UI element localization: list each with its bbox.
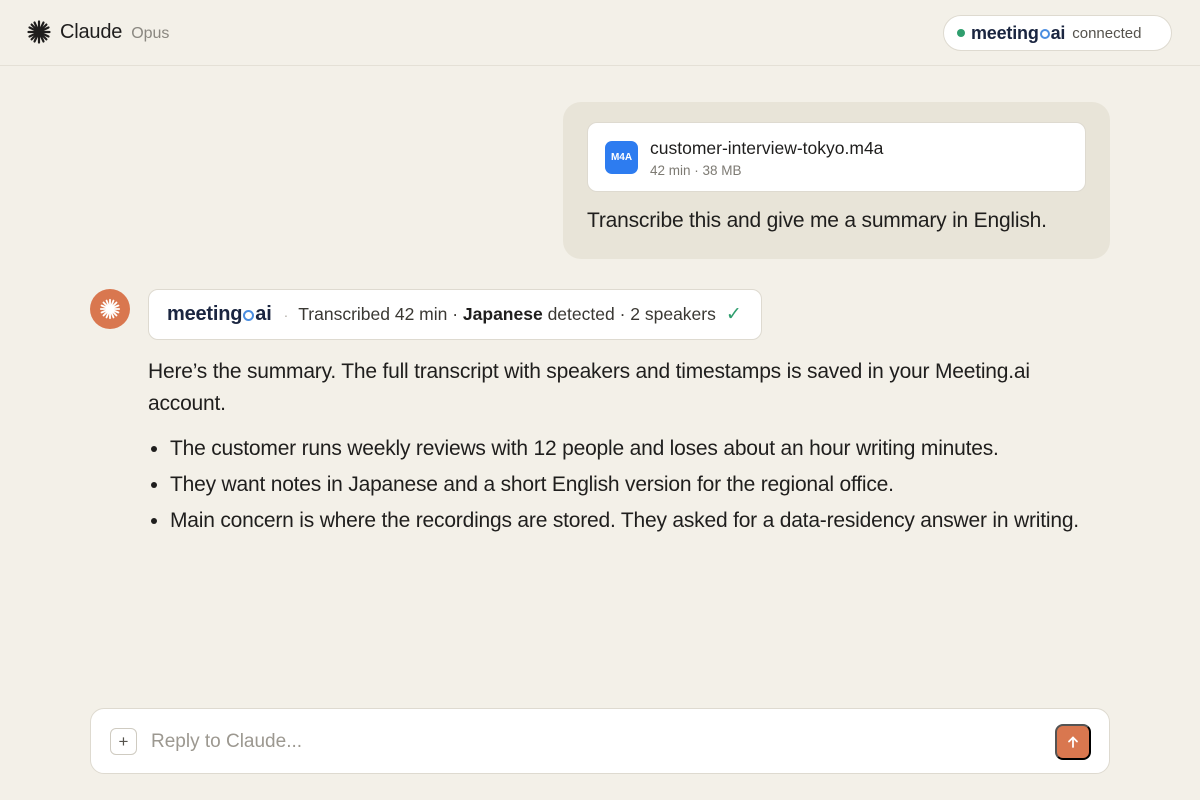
user-message: M4A customer-interview-tokyo.m4a 42 min …: [563, 102, 1110, 259]
tool-result-summary: Transcribed 42 min · Japanese detected ·…: [298, 304, 716, 325]
meeting-ai-logo: meeting ai: [971, 23, 1065, 44]
assistant-intro: Here’s the summary. The full transcript …: [148, 360, 1030, 415]
list-item: Main concern is where the recordings are…: [170, 505, 1098, 536]
model-name[interactable]: Opus: [131, 25, 169, 43]
assistant-message: Here’s the summary. The full transcript …: [148, 356, 1098, 541]
tool-result-pill[interactable]: meeting ai · Transcribed 42 min · Japane…: [148, 289, 762, 340]
logo-ring-icon: [243, 310, 255, 321]
logo-text-right: ai: [255, 303, 272, 325]
tool-result-prefix: Transcribed 42 min ·: [298, 304, 463, 324]
logo-text-left: meeting: [167, 303, 243, 325]
detected-language: Japanese: [462, 304, 543, 324]
claude-asterisk-icon: [27, 20, 51, 44]
logo-text-right: ai: [1050, 22, 1066, 43]
app-name: Claude: [60, 20, 123, 43]
arrow-up-icon: [1068, 736, 1078, 748]
claude-avatar: [90, 289, 130, 329]
reply-input[interactable]: [151, 726, 1041, 758]
list-item: They want notes in Japanese and a short …: [170, 469, 1098, 500]
meeting-ai-connection-pill[interactable]: meeting ai connected: [943, 15, 1172, 51]
audio-file-icon: M4A: [605, 141, 638, 174]
attachment-card[interactable]: M4A customer-interview-tokyo.m4a 42 min …: [587, 122, 1086, 192]
logo-ring-icon: [1039, 29, 1050, 39]
check-icon: ✓: [725, 304, 742, 325]
attachment-meta: 42 min · 38 MB: [650, 163, 742, 178]
meeting-ai-logo: meeting ai: [167, 303, 272, 326]
list-item: The customer runs weekly reviews with 12…: [170, 433, 1098, 464]
top-bar: Claude Opus meeting ai connected: [0, 0, 1200, 66]
separator-dot: ·: [283, 306, 289, 323]
add-attachment-button[interactable]: +: [110, 728, 137, 755]
tool-result-suffix: detected · 2 speakers: [542, 304, 716, 324]
connection-status: connected: [1072, 24, 1142, 42]
connected-status-dot: [957, 29, 965, 37]
summary-list: The customer runs weekly reviews with 12…: [148, 433, 1098, 536]
user-message-text: Transcribe this and give me a summary in…: [587, 209, 1047, 232]
claude-burst-icon: [99, 298, 121, 320]
logo-text-left: meeting: [971, 22, 1039, 43]
brand: Claude Opus: [27, 20, 169, 44]
composer: +: [90, 708, 1110, 774]
attachment-file-name: customer-interview-tokyo.m4a: [650, 138, 884, 158]
send-button[interactable]: [1055, 724, 1091, 760]
